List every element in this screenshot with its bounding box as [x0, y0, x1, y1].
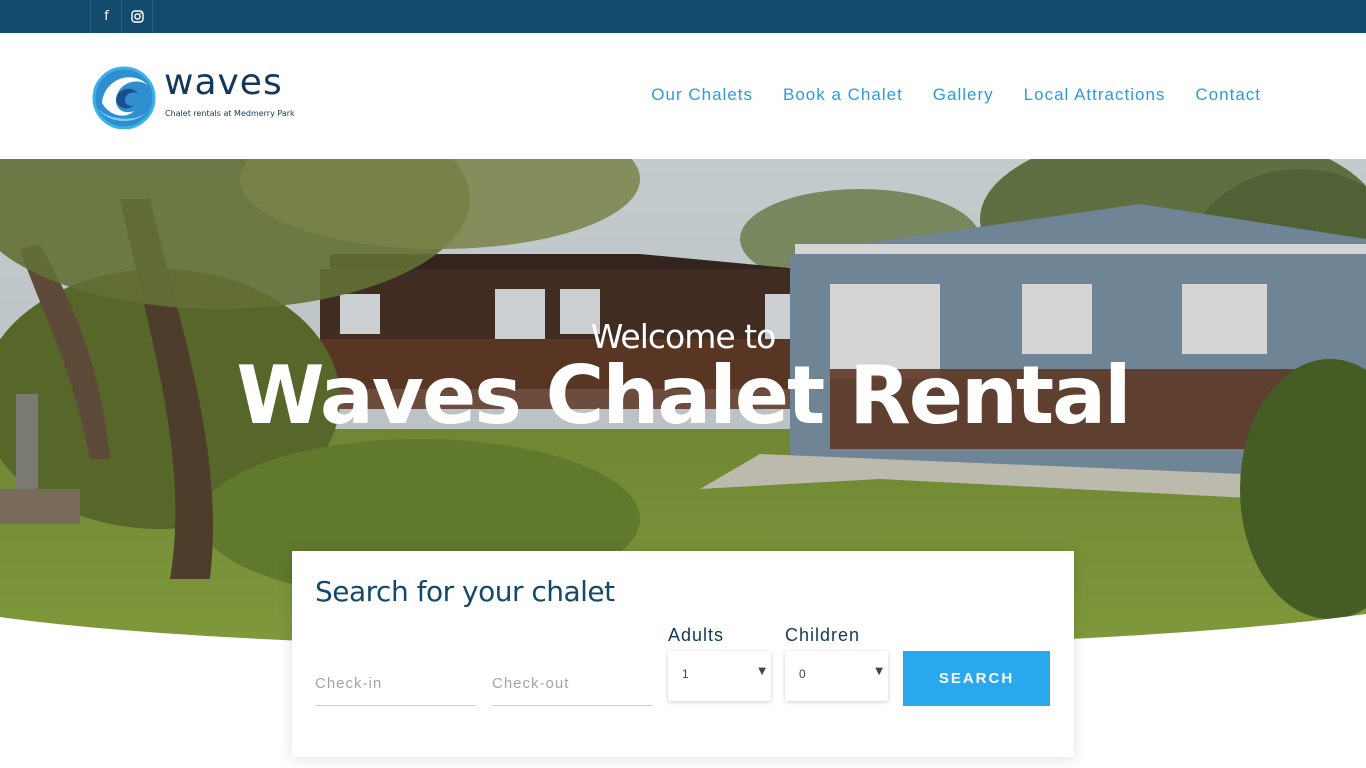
search-title: Search for your chalet: [315, 575, 615, 608]
instagram-icon[interactable]: [121, 0, 153, 33]
adults-select[interactable]: 1 ▼: [668, 651, 771, 701]
wave-logo-icon: [92, 66, 156, 129]
site-header: waves Chalet rentals at Medmerry Park Ou…: [0, 33, 1366, 159]
chevron-down-icon: ▼: [875, 666, 883, 677]
instagram-glyph: [130, 10, 144, 23]
children-label: Children: [785, 625, 861, 645]
nav-contact[interactable]: Contact: [1195, 85, 1261, 105]
hero-title: Waves Chalet Rental: [236, 349, 1131, 442]
chevron-down-icon: ▼: [758, 666, 766, 677]
facebook-icon[interactable]: f: [90, 0, 122, 33]
nav-gallery[interactable]: Gallery: [933, 85, 994, 105]
check-out-field[interactable]: [492, 661, 653, 706]
children-value: 0: [799, 667, 806, 681]
adults-label: Adults: [668, 625, 725, 645]
check-in-field[interactable]: [315, 661, 476, 706]
search-button[interactable]: SEARCH: [903, 651, 1050, 706]
logo-wordmark: waves: [164, 62, 283, 103]
adults-value: 1: [682, 667, 689, 681]
waves-logo[interactable]: waves Chalet rentals at Medmerry Park: [92, 63, 302, 129]
children-select[interactable]: 0 ▼: [785, 651, 888, 701]
nav-our-chalets[interactable]: Our Chalets: [651, 85, 753, 105]
nav-local-attractions[interactable]: Local Attractions: [1024, 85, 1166, 105]
nav-book-a-chalet[interactable]: Book a Chalet: [783, 85, 903, 105]
top-bar: f: [0, 0, 1366, 33]
main-nav: Our Chalets Book a Chalet Gallery Local …: [651, 85, 1261, 105]
logo-tagline: Chalet rentals at Medmerry Park: [165, 109, 295, 118]
search-card: Search for your chalet Adults 1 ▼ Childr…: [292, 551, 1074, 757]
